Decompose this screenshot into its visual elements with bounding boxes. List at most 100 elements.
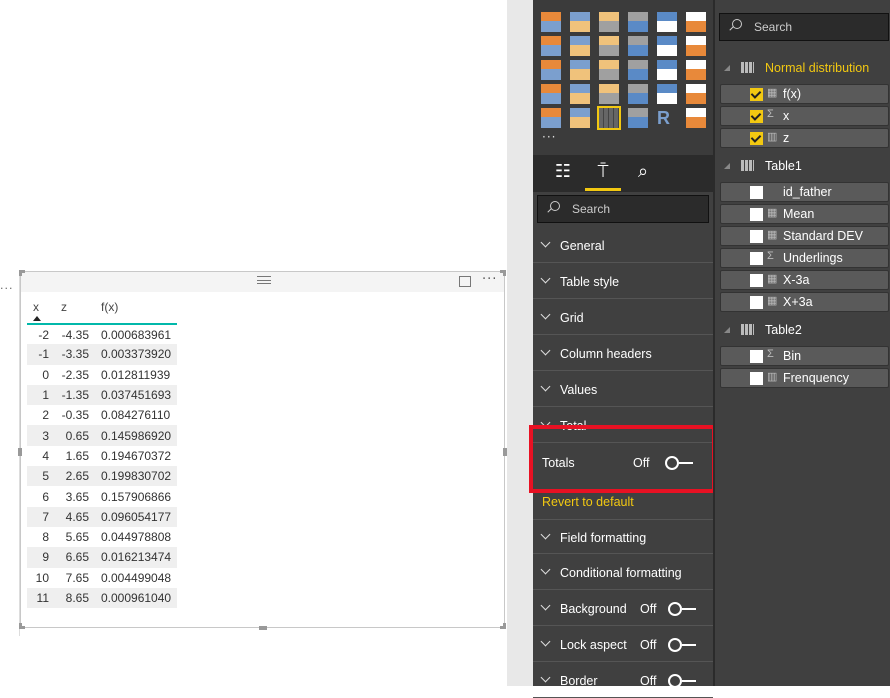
search-placeholder: Search [754, 20, 793, 34]
field-id-father[interactable]: id_father [720, 182, 889, 202]
line-stacked-column-icon[interactable] [657, 36, 677, 56]
field-frenquency[interactable]: ▥ Frenquency [720, 368, 889, 388]
format-search-input[interactable]: Search [537, 195, 709, 223]
toggle-switch[interactable] [668, 602, 702, 616]
section-values[interactable]: Values [533, 372, 713, 407]
stacked-area-icon[interactable] [599, 36, 619, 56]
filled-map-icon[interactable] [541, 84, 561, 104]
expand-triangle-icon[interactable] [724, 65, 730, 71]
pie-chart-icon[interactable] [599, 60, 619, 80]
fields-search-input[interactable]: Search [719, 13, 889, 41]
section-grid[interactable]: Grid [533, 300, 713, 335]
section-conditional-formatting[interactable]: Conditional formatting [533, 555, 713, 590]
table-table2[interactable]: Table2 [715, 319, 890, 341]
multi-row-card-icon[interactable] [686, 84, 706, 104]
100-stacked-bar-icon[interactable] [657, 12, 677, 32]
more-options-icon[interactable]: ··· [482, 272, 497, 287]
100-stacked-column-icon[interactable] [686, 12, 706, 32]
section-table-style[interactable]: Table style [533, 264, 713, 299]
donut-chart-icon[interactable] [628, 60, 648, 80]
table-row: -2 -4.35 0.000683961 [27, 324, 177, 344]
toggle-track [682, 644, 696, 646]
scatter-icon[interactable] [570, 60, 590, 80]
field-underlings[interactable]: Σ Underlings [720, 248, 889, 268]
section-label: Field formatting [560, 531, 647, 545]
field-checkbox[interactable] [750, 110, 763, 123]
resize-handle[interactable] [19, 270, 25, 276]
field-x-3a[interactable]: ▦ X+3a [720, 292, 889, 312]
more-visuals-button[interactable]: ··· [542, 130, 556, 144]
field-checkbox[interactable] [750, 296, 763, 309]
table-normal-distribution[interactable]: Normal distribution [715, 57, 890, 79]
line-chart-icon[interactable] [541, 36, 561, 56]
format-tab[interactable]: ⍑ [585, 161, 621, 191]
table-visual[interactable]: ··· x z f(x) -2 -4.35 0.000683961 -1 -3.35 0.… [18, 270, 507, 630]
toggle-switch[interactable] [668, 638, 702, 652]
field-checkbox[interactable] [750, 88, 763, 101]
expand-triangle-icon[interactable] [724, 327, 730, 333]
resize-handle[interactable] [18, 448, 22, 456]
table-cell: -4.35 [61, 327, 89, 342]
revert-to-default-link[interactable]: Revert to default [542, 495, 634, 509]
section-column-headers[interactable]: Column headers [533, 336, 713, 371]
field-checkbox[interactable] [750, 186, 763, 199]
gauge-icon[interactable] [628, 84, 648, 104]
card-icon[interactable] [657, 84, 677, 104]
waterfall-icon[interactable] [541, 60, 561, 80]
field-standard-dev[interactable]: ▦ Standard DEV [720, 226, 889, 246]
column-header-z[interactable]: z [55, 300, 95, 325]
drag-grip-icon[interactable] [257, 276, 271, 284]
section-background[interactable]: Background Off [533, 591, 713, 626]
map-icon[interactable] [686, 60, 706, 80]
table-icon[interactable] [597, 106, 621, 130]
analytics-tab[interactable]: ⌕ [625, 161, 661, 191]
resize-handle[interactable] [259, 626, 267, 630]
kpi-icon[interactable] [541, 108, 561, 128]
field-x[interactable]: Σx [720, 106, 889, 126]
clustered-bar-icon[interactable] [599, 12, 619, 32]
column-header-x[interactable]: x [27, 300, 55, 325]
focus-mode-icon[interactable] [459, 276, 471, 287]
fields-tab[interactable]: ☷ [545, 161, 581, 191]
column-header-fx[interactable]: f(x) [95, 300, 178, 325]
table-table1[interactable]: Table1 [715, 155, 890, 177]
shape-map-icon[interactable] [570, 84, 590, 104]
section-border[interactable]: Border Off [533, 663, 713, 698]
r-visual-icon[interactable]: R [657, 108, 677, 128]
resize-handle[interactable] [500, 270, 506, 276]
field-checkbox[interactable] [750, 350, 763, 363]
treemap-icon[interactable] [657, 60, 677, 80]
field-checkbox[interactable] [750, 230, 763, 243]
field-f-x-[interactable]: ▦ f(x) [720, 84, 889, 104]
field-checkbox[interactable] [750, 208, 763, 221]
line-clustered-column-icon[interactable] [628, 36, 648, 56]
resize-handle[interactable] [500, 623, 506, 629]
funnel-icon[interactable] [599, 84, 619, 104]
report-canvas: ··· ··· x z f(x) -2 -4.35 0.000683961 -1 -3.… [0, 0, 507, 686]
area-chart-icon[interactable] [570, 36, 590, 56]
field-checkbox[interactable] [750, 252, 763, 265]
matrix-icon[interactable] [628, 108, 648, 128]
section-field-formatting[interactable]: Field formatting [533, 519, 713, 554]
chevron-down-icon [540, 345, 551, 356]
calculator-icon: ▦ [767, 87, 778, 99]
section-label: Column headers [560, 347, 652, 361]
field-checkbox[interactable] [750, 372, 763, 385]
field-checkbox[interactable] [750, 274, 763, 287]
section-lock-aspect[interactable]: Lock aspect Off [533, 627, 713, 662]
stacked-column-icon[interactable] [570, 12, 590, 32]
adjacent-visual-more-options[interactable]: ··· [0, 282, 14, 295]
expand-triangle-icon[interactable] [724, 163, 730, 169]
resize-handle[interactable] [19, 623, 25, 629]
section-general[interactable]: General [533, 228, 713, 263]
arcgis-icon[interactable] [686, 108, 706, 128]
field-checkbox[interactable] [750, 132, 763, 145]
clustered-column-icon[interactable] [628, 12, 648, 32]
field-bin[interactable]: Σ Bin [720, 346, 889, 366]
stacked-bar-icon[interactable] [541, 12, 561, 32]
slicer-icon[interactable] [570, 108, 590, 128]
field-x-3a[interactable]: ▦ X-3a [720, 270, 889, 290]
ribbon-chart-icon[interactable] [686, 36, 706, 56]
field-mean[interactable]: ▦ Mean [720, 204, 889, 224]
field-z[interactable]: ▥ z [720, 128, 889, 148]
